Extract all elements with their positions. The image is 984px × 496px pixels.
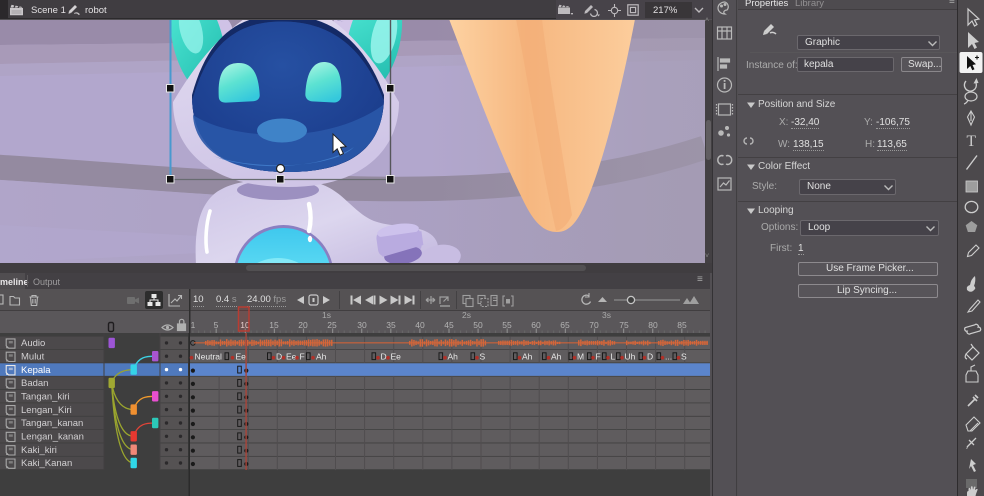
svg-text:Kepala: Kepala: [21, 365, 51, 376]
svg-text:2s: 2s: [462, 310, 471, 320]
svg-text:Ah: Ah: [448, 351, 459, 361]
svg-text:D: D: [647, 351, 653, 361]
svg-text:Ah: Ah: [316, 351, 327, 361]
svg-text:Ee: Ee: [286, 351, 297, 361]
svg-text:Ah: Ah: [551, 351, 562, 361]
svg-text:Kaki_kiri: Kaki_kiri: [21, 445, 57, 456]
svg-text:Tangan_kiri: Tangan_kiri: [21, 392, 70, 403]
svg-text:M: M: [577, 351, 584, 361]
svg-text:D: D: [276, 351, 282, 361]
svg-text:F: F: [300, 351, 305, 361]
svg-text:S: S: [480, 351, 486, 361]
svg-text:1s: 1s: [322, 310, 331, 320]
svg-text:Badan: Badan: [21, 378, 48, 389]
svg-text:Ee: Ee: [236, 351, 247, 361]
svg-text:Uh: Uh: [625, 351, 636, 361]
svg-text:Ee: Ee: [391, 351, 402, 361]
svg-text:F: F: [596, 351, 601, 361]
svg-text:Audio: Audio: [21, 338, 45, 349]
svg-text:Neutral: Neutral: [195, 351, 223, 361]
svg-text:L: L: [611, 351, 616, 361]
svg-text:Ah: Ah: [522, 351, 533, 361]
svg-text:D: D: [381, 351, 387, 361]
svg-text:Mulut: Mulut: [21, 351, 45, 362]
svg-text:Kaki_Kanan: Kaki_Kanan: [21, 458, 72, 469]
svg-text:S: S: [681, 351, 687, 361]
svg-text:T: T: [967, 133, 977, 150]
svg-text:...: ...: [665, 351, 672, 361]
svg-text:1: 1: [191, 320, 196, 330]
svg-text:Lengan_kanan: Lengan_kanan: [21, 432, 84, 443]
svg-text:Tangan_kanan: Tangan_kanan: [21, 418, 83, 429]
svg-text:Lengan_Kiri: Lengan_Kiri: [21, 405, 72, 416]
svg-text:3s: 3s: [602, 310, 611, 320]
